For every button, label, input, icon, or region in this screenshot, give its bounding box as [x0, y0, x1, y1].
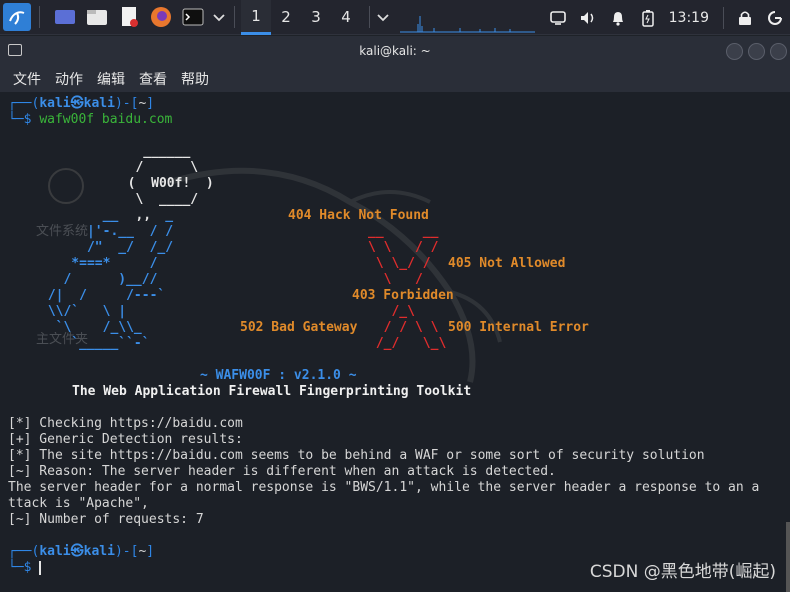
menu-file[interactable]: 文件 — [13, 69, 41, 89]
close-button[interactable] — [770, 43, 787, 60]
text-editor-icon[interactable] — [116, 4, 142, 30]
window-titlebar[interactable]: kali@kali: ~ — [0, 36, 790, 66]
output-line: [*] The site https://baidu.com seems to … — [8, 448, 705, 463]
cpu-graph — [400, 16, 535, 33]
output-line: [*] Checking https://baidu.com — [8, 416, 243, 431]
taskbar-separator — [39, 6, 40, 28]
prompt-host: kali — [83, 96, 115, 111]
error-502: 502 Bad Gateway — [240, 320, 358, 335]
clock[interactable]: 13:19 — [669, 10, 709, 26]
error-500: 500 Internal Error — [448, 320, 589, 335]
menu-bar: 文件 动作 编辑 查看 帮助 — [0, 66, 790, 92]
workspace-3[interactable]: 3 — [301, 0, 331, 35]
terminal-scrollbar[interactable] — [786, 522, 790, 592]
volume-icon[interactable] — [573, 0, 603, 35]
maximize-button[interactable] — [748, 43, 765, 60]
chevron-down-icon[interactable] — [212, 4, 226, 30]
command-line: └─$ wafw00f baidu.com — [8, 112, 173, 127]
error-404: 404 Hack Not Found — [288, 208, 429, 223]
workspace-4[interactable]: 4 — [331, 0, 361, 35]
error-403: 403 Forbidden — [352, 288, 454, 303]
csdn-watermark: CSDN @黑色地带(崛起) — [589, 562, 776, 582]
taskbar: 1 2 3 4 13:19 — [0, 0, 790, 35]
taskbar-separator — [723, 6, 724, 29]
filesystem-desktop-icon[interactable] — [48, 168, 84, 204]
minimize-button[interactable] — [726, 43, 743, 60]
output-line: [~] Reason: The server header is differe… — [8, 464, 556, 479]
output-line: [+] Generic Detection results: — [8, 432, 243, 447]
ascii-art-dog: __ _ |'-.__ / / /" _/ /_/ *===* / / )__/… — [47, 208, 174, 351]
desktop-icon[interactable] — [52, 4, 78, 30]
prompt-host: kali — [83, 544, 115, 559]
taskbar-separator — [369, 6, 370, 28]
output-line: [~] Number of requests: 7 — [8, 512, 204, 527]
menu-view[interactable]: 查看 — [139, 69, 167, 89]
taskbar-separator — [234, 6, 235, 28]
prompt-user: kali — [39, 96, 71, 111]
terminal-area[interactable]: 文件系统 主文件夹 ┌──(kali㉿kali)-[~] └─$ wafw00f… — [0, 92, 790, 592]
workspace-1[interactable]: 1 — [241, 0, 271, 35]
error-405: 405 Not Allowed — [448, 256, 566, 271]
text-cursor — [39, 560, 42, 575]
notification-bell-icon[interactable] — [603, 0, 633, 35]
output-line: ttack is "Apache", — [8, 496, 149, 511]
display-icon[interactable] — [543, 0, 573, 35]
file-manager-icon[interactable] — [84, 4, 110, 30]
logout-icon[interactable] — [760, 0, 790, 35]
terminal-icon[interactable] — [180, 4, 206, 30]
input-line[interactable]: └─$ — [8, 560, 42, 576]
menu-edit[interactable]: 编辑 — [97, 69, 125, 89]
banner-version: ~ WAFW00F : v2.1.0 ~ — [200, 368, 357, 383]
prompt-line-2: ┌──(kali㉿kali)-[~] — [8, 544, 155, 559]
kali-menu-icon[interactable] — [3, 3, 31, 31]
prompt-user: kali — [39, 544, 71, 559]
chevron-down-icon[interactable] — [376, 4, 390, 30]
workspace-2[interactable]: 2 — [271, 0, 301, 35]
battery-icon[interactable] — [633, 0, 663, 35]
lock-icon[interactable] — [730, 0, 760, 35]
menu-help[interactable]: 帮助 — [181, 69, 209, 89]
prompt-line-1: ┌──(kali㉿kali)-[~] — [8, 96, 155, 111]
terminal-window-icon — [8, 44, 22, 56]
window-title: kali@kali: ~ — [359, 44, 431, 58]
firefox-icon[interactable] — [148, 4, 174, 30]
command-text: wafw00f baidu.com — [39, 112, 173, 127]
menu-actions[interactable]: 动作 — [55, 69, 83, 89]
banner-subtitle: The Web Application Firewall Fingerprint… — [72, 384, 472, 399]
output-line: The server header for a normal response … — [8, 480, 760, 495]
logo-text: W00f! — [151, 176, 191, 191]
